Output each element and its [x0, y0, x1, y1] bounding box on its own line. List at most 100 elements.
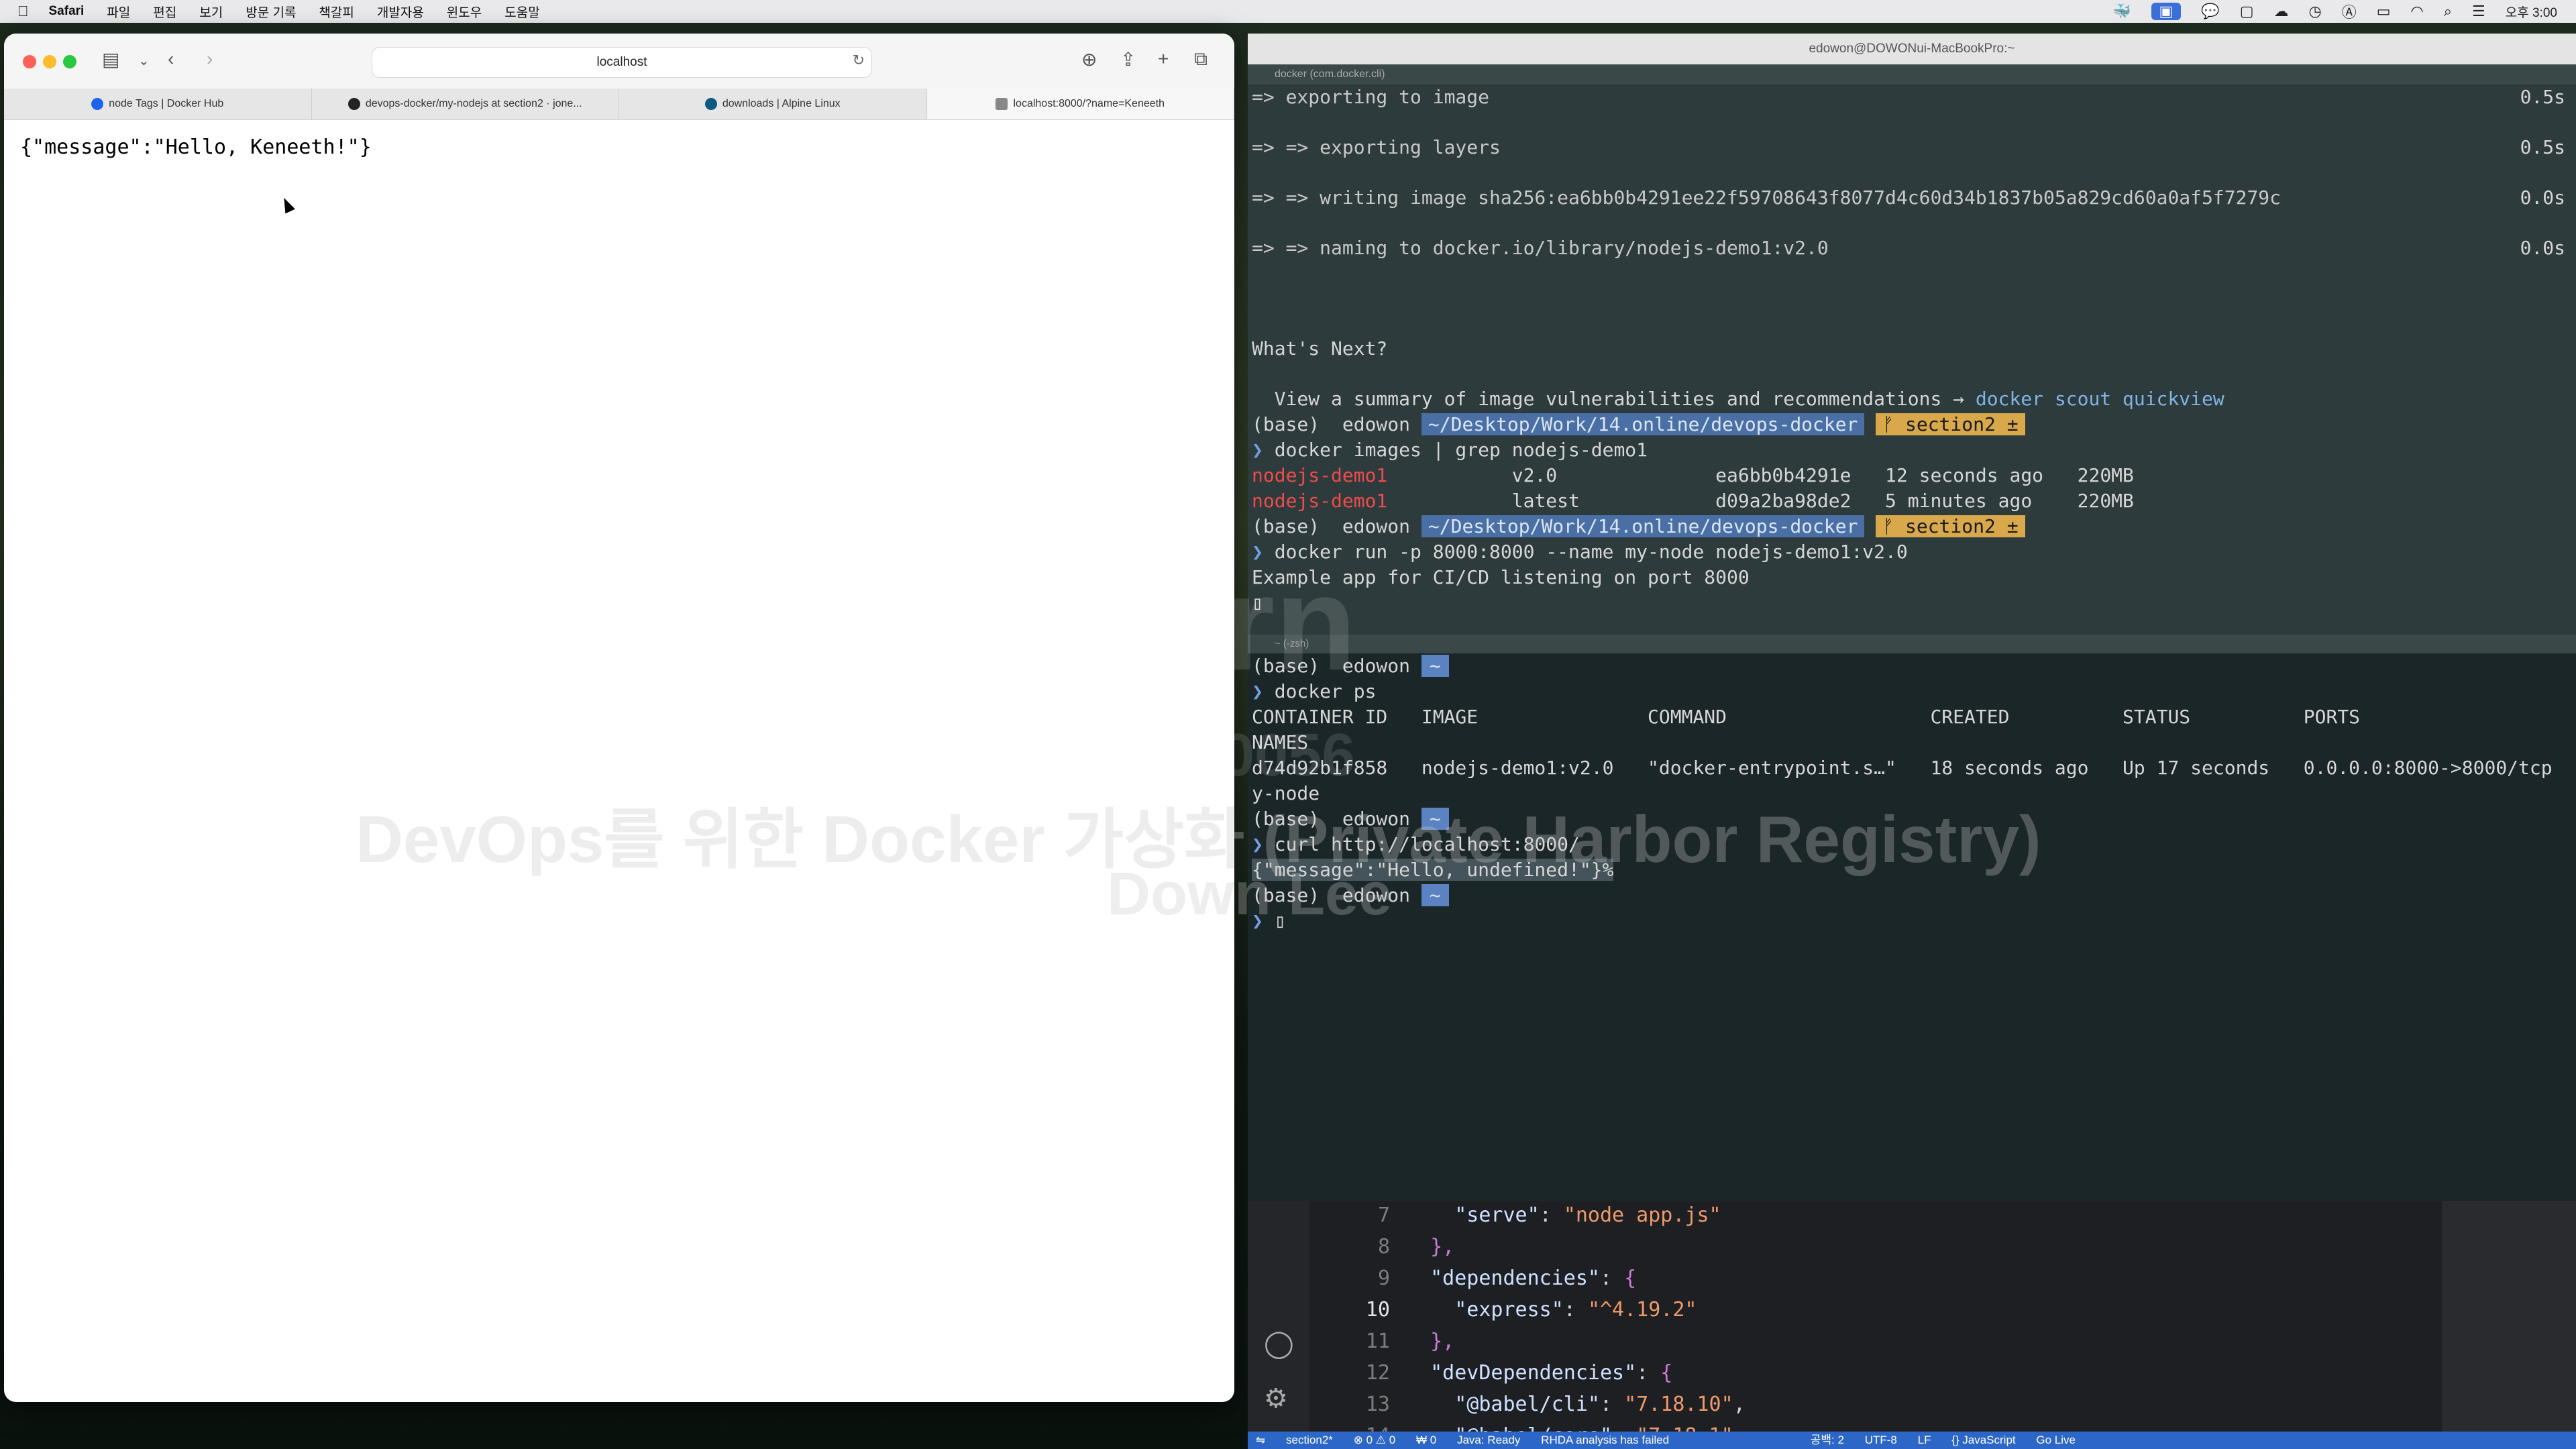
menu-help[interactable]: 도움말	[504, 3, 539, 21]
code-line[interactable]: "devDependencies": {	[1406, 1361, 1672, 1385]
menu-window[interactable]: 윈도우	[447, 3, 482, 21]
menu-bookmarks[interactable]: 책갈피	[319, 3, 354, 21]
code-line[interactable]: "dependencies": {	[1406, 1267, 1636, 1290]
address-text[interactable]: localhost	[372, 48, 871, 77]
github-favicon	[347, 97, 360, 110]
sidebar-icon[interactable]: ▤	[102, 48, 119, 70]
status-golive[interactable]: Go Live	[2036, 1434, 2076, 1446]
status-ports[interactable]: ₩ 0	[1416, 1434, 1436, 1446]
json-punct: {	[1660, 1361, 1673, 1385]
summary-text: View a summary of image vulnerabilities …	[1252, 388, 1976, 410]
menu-edit[interactable]: 편집	[153, 3, 176, 21]
page-json-response: {"message":"Hello, Keneeth!"}	[20, 136, 372, 159]
apple-icon[interactable]: 	[17, 3, 29, 20]
image-row: latest d09a2ba98de2 5 minutes ago 220MB	[1387, 490, 2134, 512]
status-encoding[interactable]: UTF-8	[1865, 1434, 1897, 1446]
status-rhda[interactable]: RHDA analysis has failed	[1541, 1434, 1669, 1446]
terminal-title: edowon@DOWONui-MacBookPro:~	[1248, 34, 2576, 64]
input-source-icon[interactable]: Ⓐ	[2342, 1, 2357, 22]
clock[interactable]: 오후 3:00	[2506, 3, 2557, 21]
zoom-window-button[interactable]	[63, 55, 76, 68]
prompt-path: ~/Desktop/Work/14.online/devops-docker	[1421, 515, 1865, 537]
status-bar: ⇋ section2* ⊗ 0 ⚠ 0 ₩ 0 Java: Ready RHDA…	[1248, 1432, 2576, 1449]
tab-bar: node Tags | Docker Hub devops-docker/my-…	[4, 89, 1234, 120]
line-number: 7	[1377, 1203, 1390, 1227]
terminal-tab-title[interactable]: docker (com.docker.cli)	[1248, 64, 2576, 85]
menu-history[interactable]: 방문 기록	[246, 3, 296, 21]
minimize-window-button[interactable]	[43, 55, 56, 68]
wifi-icon[interactable]: ◠	[2411, 3, 2424, 20]
battery-icon[interactable]: ▭	[2377, 3, 2391, 20]
menu-file[interactable]: 파일	[107, 3, 130, 21]
screen-share-icon[interactable]: ▣	[2151, 3, 2182, 20]
code-line[interactable]: "serve": "node app.js"	[1406, 1203, 1721, 1227]
code-line[interactable]: },	[1406, 1330, 1454, 1353]
status-problems[interactable]: ⊗ 0 ⚠ 0	[1354, 1434, 1396, 1446]
terminal-tab-title[interactable]: ~ (-zsh)	[1248, 635, 2576, 653]
control-center-icon[interactable]: ☰	[2472, 3, 2485, 20]
activity-bar: ◯ ⚙	[1248, 1201, 1309, 1449]
code-line-current[interactable]: "express": "^4.19.2"	[1406, 1298, 1697, 1322]
terminal-line: nodejs-demo1 v2.0 ea6bb0b4291e 12 second…	[1252, 464, 2134, 486]
code-line[interactable]: },	[1406, 1235, 1454, 1258]
docker-hub-favicon	[91, 97, 104, 110]
json-sep: :	[1636, 1361, 1661, 1385]
terminal-line-time: 0.5s	[2520, 86, 2565, 108]
status-indent[interactable]: 공백: 2	[1811, 1434, 1844, 1446]
close-window-button[interactable]	[23, 55, 36, 68]
menu-safari[interactable]: Safari	[49, 4, 85, 19]
new-tab-icon[interactable]: +	[1158, 48, 1169, 70]
menu-view[interactable]: 보기	[199, 3, 223, 21]
page-favicon	[996, 97, 1008, 110]
mac-menubar:  Safari 파일 편집 보기 방문 기록 책갈피 개발자용 윈도우 도움말…	[0, 0, 2576, 23]
search-icon[interactable]: ⌕	[2444, 3, 2452, 20]
prompt-branch: ᚠ section2 ±	[1876, 413, 2025, 435]
json-sep: :	[1600, 1393, 1625, 1416]
chevron-down-icon[interactable]: ⌄	[138, 52, 150, 69]
status-eol[interactable]: LF	[1918, 1434, 1931, 1446]
remote-icon[interactable]: ⇋	[1256, 1434, 1265, 1446]
menu-develop[interactable]: 개발자용	[377, 3, 424, 21]
code-line[interactable]: "@babel/cli": "7.18.10",	[1406, 1393, 1746, 1416]
tab-github[interactable]: devops-docker/my-nodejs at section2 · jo…	[312, 89, 619, 119]
camera-icon[interactable]: ▢	[2240, 3, 2254, 20]
chat-icon[interactable]: 💬	[2201, 3, 2219, 20]
safari-window: ▤ ⌄ ‹ › localhost ↻ ⊕ ⇪ + ⧉ node Tags | …	[4, 34, 1234, 1402]
cloud-icon[interactable]: ☁	[2274, 3, 2289, 20]
watermark-author: Down Lee	[1107, 861, 1393, 928]
terminal-prompt: (base) edowon ~/Desktop/Work/14.online/d…	[1252, 515, 2025, 537]
image-row: v2.0 ea6bb0b4291e 12 seconds ago 220MB	[1387, 464, 2134, 486]
back-icon[interactable]: ‹	[168, 48, 174, 70]
docker-icon[interactable]: 🐳	[2112, 3, 2131, 20]
gear-icon[interactable]: ⚙	[1264, 1383, 1288, 1414]
minimap	[2442, 1201, 2576, 1449]
tab-overview-icon[interactable]: ⧉	[1194, 48, 1208, 70]
status-java[interactable]: Java: Ready	[1457, 1434, 1521, 1446]
terminal-line: => => naming to docker.io/library/nodejs…	[1252, 237, 1829, 259]
line-number: 12	[1365, 1361, 1390, 1385]
reload-icon[interactable]: ↻	[853, 52, 865, 69]
timer-icon[interactable]: ◷	[2309, 3, 2322, 20]
tab-alpine[interactable]: downloads | Alpine Linux	[619, 89, 927, 119]
status-branch[interactable]: section2*	[1286, 1434, 1333, 1446]
terminal-line: => exporting to image	[1252, 86, 1490, 108]
terminal-line: What's Next?	[1252, 337, 1388, 360]
share-icon[interactable]: ⇪	[1120, 48, 1136, 70]
forward-icon[interactable]: ›	[207, 48, 213, 70]
account-icon[interactable]: ◯	[1264, 1328, 1294, 1359]
tab-localhost[interactable]: localhost:8000/?name=Keneeth	[926, 89, 1234, 119]
json-punct: },	[1430, 1330, 1455, 1353]
safari-toolbar: ▤ ⌄ ‹ › localhost ↻ ⊕ ⇪ + ⧉	[4, 34, 1234, 89]
json-value: "^4.19.2"	[1587, 1298, 1697, 1322]
status-language[interactable]: {} JavaScript	[1951, 1434, 2015, 1446]
address-bar[interactable]: localhost ↻	[372, 47, 872, 78]
tab-label: downloads | Alpine Linux	[722, 98, 841, 109]
json-sep: :	[1563, 1298, 1588, 1322]
downloads-icon[interactable]: ⊕	[1081, 48, 1097, 70]
tab-docker-hub[interactable]: node Tags | Docker Hub	[4, 89, 312, 119]
terminal-window: edowon@DOWONui-MacBookPro:~ docker (com.…	[1248, 34, 2576, 637]
json-sep: :	[1600, 1267, 1625, 1290]
